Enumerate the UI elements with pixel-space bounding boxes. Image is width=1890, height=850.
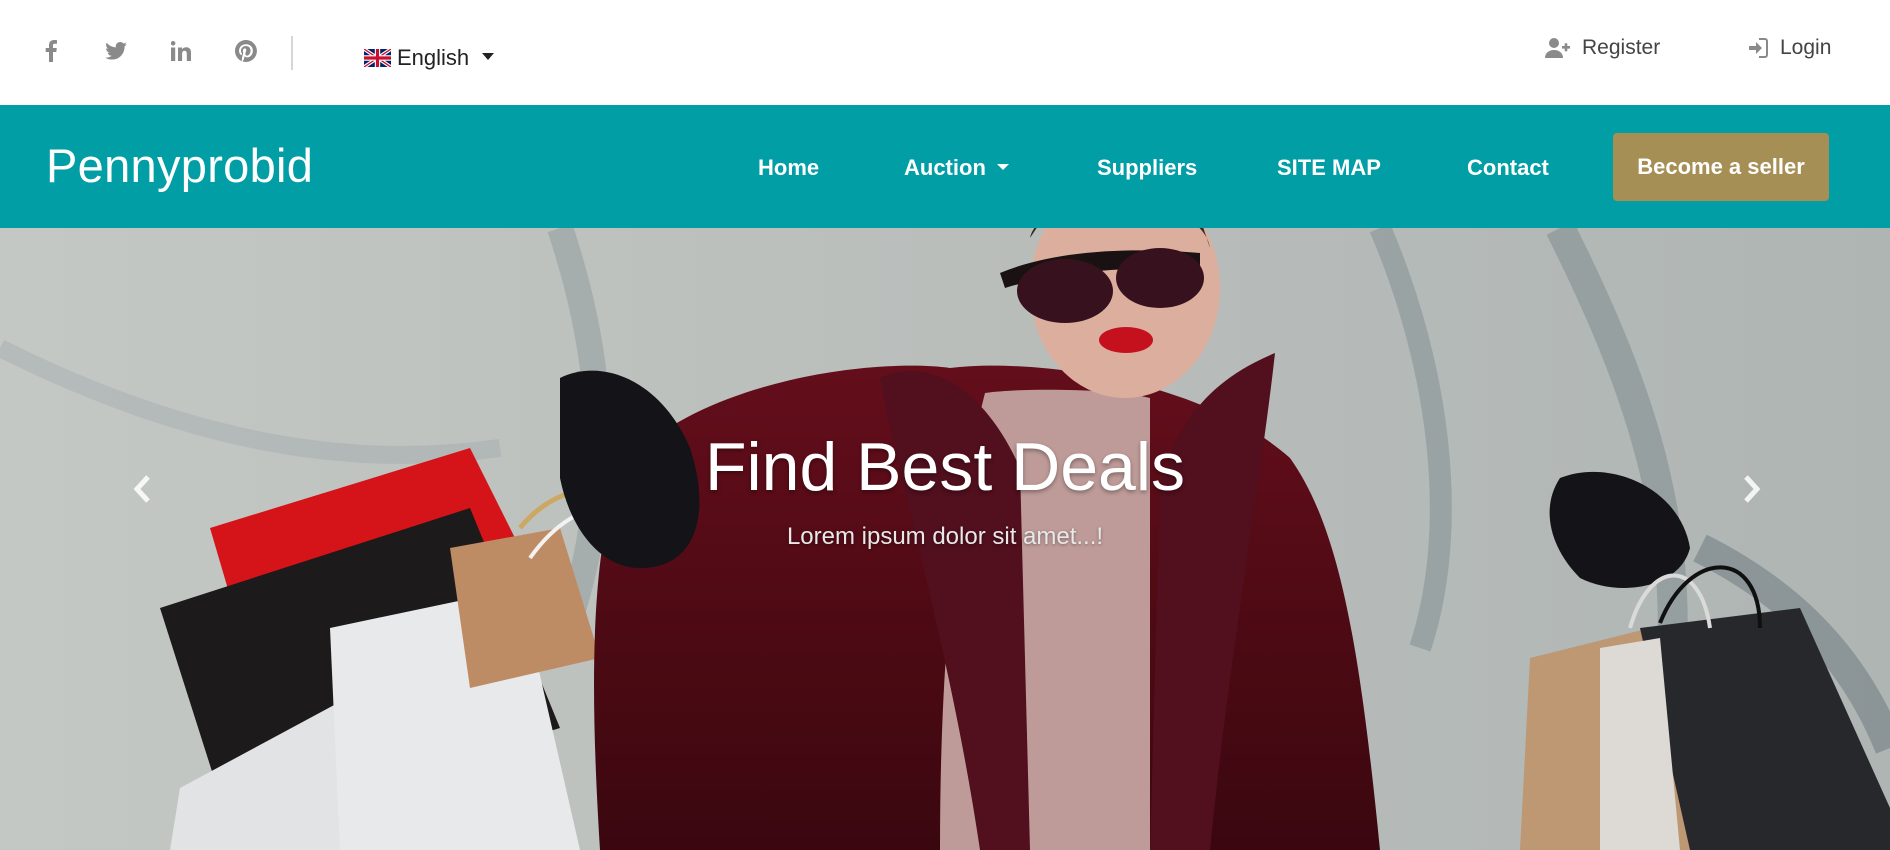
top-utility-bar: English Register Login <box>0 0 1890 105</box>
login-label: Login <box>1780 36 1832 59</box>
register-label: Register <box>1582 36 1661 59</box>
nav-auction[interactable]: Auction <box>904 155 1009 181</box>
nav-contact-label: Contact <box>1467 155 1549 180</box>
hero-title: Find Best Deals <box>705 429 1185 505</box>
nav-site-map[interactable]: SITE MAP <box>1277 155 1381 181</box>
hero-carousel: Find Best Deals Lorem ipsum dolor sit am… <box>0 228 1890 850</box>
social-links <box>40 40 300 62</box>
pinterest-icon[interactable] <box>235 40 257 62</box>
hero-subtitle: Lorem ipsum dolor sit amet...! <box>786 523 1104 550</box>
login-link[interactable]: Login <box>1748 36 1831 60</box>
facebook-icon[interactable] <box>40 40 62 62</box>
register-link[interactable]: Register <box>1545 36 1660 60</box>
brand-logo[interactable]: Pennyprobid <box>46 138 313 193</box>
become-seller-button[interactable]: Become a seller <box>1613 133 1829 201</box>
nav-contact[interactable]: Contact <box>1467 155 1549 181</box>
nav-home-label: Home <box>758 155 820 180</box>
nav-suppliers-label: Suppliers <box>1097 155 1198 180</box>
chevron-down-icon <box>482 52 495 60</box>
twitter-icon[interactable] <box>105 40 127 62</box>
language-label: English <box>397 45 470 70</box>
user-plus-icon <box>1545 38 1570 58</box>
sign-in-icon <box>1749 38 1768 58</box>
language-selector[interactable]: English <box>364 45 495 71</box>
nav-suppliers[interactable]: Suppliers <box>1097 155 1197 181</box>
linkedin-icon[interactable] <box>170 40 192 62</box>
main-navbar: Pennyprobid Home Auction Suppliers SITE … <box>0 105 1890 228</box>
nav-auction-label: Auction <box>904 155 986 180</box>
nav-site-map-label: SITE MAP <box>1277 155 1381 180</box>
nav-home[interactable]: Home <box>758 155 819 181</box>
chevron-down-icon <box>996 163 1009 170</box>
social-divider <box>291 36 293 70</box>
uk-flag-icon <box>364 49 391 67</box>
